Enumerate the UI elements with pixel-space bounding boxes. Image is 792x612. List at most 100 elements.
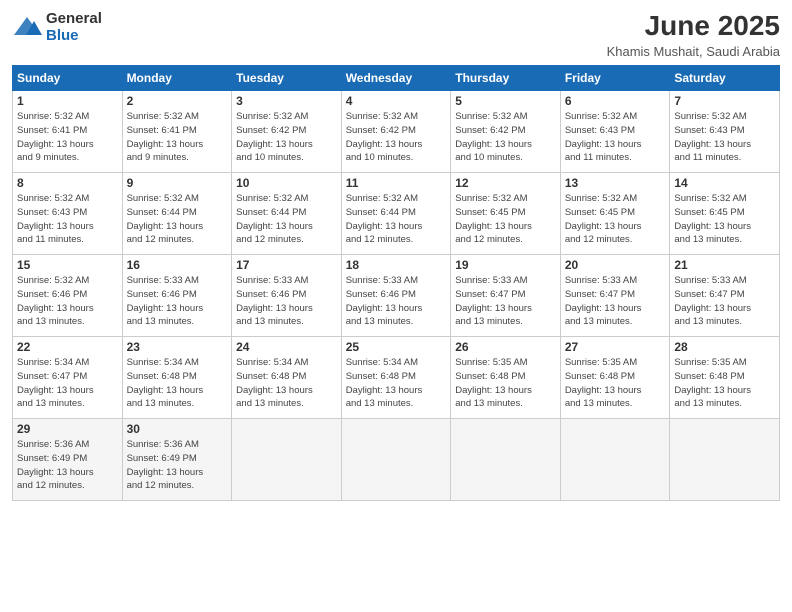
table-row: 11 Sunrise: 5:32 AMSunset: 6:44 PMDayligh…: [341, 173, 451, 255]
table-row: 24 Sunrise: 5:34 AMSunset: 6:48 PMDayligh…: [232, 337, 342, 419]
logo: General Blue: [12, 10, 102, 44]
day-number: 2: [127, 94, 228, 108]
day-number: 14: [674, 176, 775, 190]
day-info: Sunrise: 5:32 AMSunset: 6:43 PMDaylight:…: [17, 192, 118, 247]
day-number: 19: [455, 258, 556, 272]
day-info: Sunrise: 5:35 AMSunset: 6:48 PMDaylight:…: [565, 356, 666, 411]
day-number: 10: [236, 176, 337, 190]
table-row: 15 Sunrise: 5:32 AMSunset: 6:46 PMDayligh…: [13, 255, 123, 337]
day-number: 4: [346, 94, 447, 108]
day-info: Sunrise: 5:36 AMSunset: 6:49 PMDaylight:…: [17, 438, 118, 493]
calendar-table: Sunday Monday Tuesday Wednesday Thursday…: [12, 65, 780, 501]
table-row: 18Sunrise: 5:33 AMSunset: 6:46 PMDayligh…: [341, 255, 451, 337]
table-row: 4Sunrise: 5:32 AMSunset: 6:42 PMDaylight…: [341, 91, 451, 173]
table-row: 19 Sunrise: 5:33 AMSunset: 6:47 PMDayligh…: [451, 255, 561, 337]
table-row: 17Sunrise: 5:33 AMSunset: 6:46 PMDayligh…: [232, 255, 342, 337]
day-info: Sunrise: 5:32 AMSunset: 6:44 PMDaylight:…: [236, 192, 337, 247]
table-row: 6 Sunrise: 5:32 AMSunset: 6:43 PMDaylight…: [560, 91, 670, 173]
table-row: 21 Sunrise: 5:33 AMSunset: 6:47 PMDayligh…: [670, 255, 780, 337]
day-number: 11: [346, 176, 447, 190]
table-row: [670, 419, 780, 501]
day-number: 26: [455, 340, 556, 354]
day-number: 25: [346, 340, 447, 354]
table-row: [341, 419, 451, 501]
title-area: June 2025 Khamis Mushait, Saudi Arabia: [607, 10, 780, 59]
day-info: Sunrise: 5:32 AMSunset: 6:42 PMDaylight:…: [236, 110, 337, 165]
day-info: Sunrise: 5:33 AMSunset: 6:46 PMDaylight:…: [127, 274, 228, 329]
table-row: 10 Sunrise: 5:32 AMSunset: 6:44 PMDayligh…: [232, 173, 342, 255]
table-row: 27Sunrise: 5:35 AMSunset: 6:48 PMDayligh…: [560, 337, 670, 419]
table-row: 30 Sunrise: 5:36 AMSunset: 6:49 PMDayligh…: [122, 419, 232, 501]
day-number: 21: [674, 258, 775, 272]
day-info: Sunrise: 5:32 AMSunset: 6:45 PMDaylight:…: [674, 192, 775, 247]
day-number: 23: [127, 340, 228, 354]
day-info: Sunrise: 5:34 AMSunset: 6:47 PMDaylight:…: [17, 356, 118, 411]
table-row: 29 Sunrise: 5:36 AMSunset: 6:49 PMDayligh…: [13, 419, 123, 501]
table-row: [560, 419, 670, 501]
header-tuesday: Tuesday: [232, 66, 342, 91]
day-number: 29: [17, 422, 118, 436]
day-number: 5: [455, 94, 556, 108]
day-number: 28: [674, 340, 775, 354]
table-row: 20 Sunrise: 5:33 AMSunset: 6:47 PMDayligh…: [560, 255, 670, 337]
table-row: 12 Sunrise: 5:32 AMSunset: 6:45 PMDayligh…: [451, 173, 561, 255]
table-row: 22 Sunrise: 5:34 AMSunset: 6:47 PMDayligh…: [13, 337, 123, 419]
day-number: 20: [565, 258, 666, 272]
day-info: Sunrise: 5:32 AMSunset: 6:46 PMDaylight:…: [17, 274, 118, 329]
header-monday: Monday: [122, 66, 232, 91]
table-row: [232, 419, 342, 501]
day-info: Sunrise: 5:34 AMSunset: 6:48 PMDaylight:…: [236, 356, 337, 411]
table-row: 2 Sunrise: 5:32 AMSunset: 6:41 PMDaylight…: [122, 91, 232, 173]
table-row: 7Sunrise: 5:32 AMSunset: 6:43 PMDaylight…: [670, 91, 780, 173]
day-number: 7: [674, 94, 775, 108]
day-info: Sunrise: 5:33 AMSunset: 6:47 PMDaylight:…: [674, 274, 775, 329]
logo-text: General Blue: [46, 10, 102, 44]
day-number: 18: [346, 258, 447, 272]
header: General Blue June 2025 Khamis Mushait, S…: [12, 10, 780, 59]
calendar-title: June 2025: [607, 10, 780, 42]
calendar-subtitle: Khamis Mushait, Saudi Arabia: [607, 44, 780, 59]
day-number: 9: [127, 176, 228, 190]
day-number: 8: [17, 176, 118, 190]
header-thursday: Thursday: [451, 66, 561, 91]
day-number: 22: [17, 340, 118, 354]
table-row: 25 Sunrise: 5:34 AMSunset: 6:48 PMDayligh…: [341, 337, 451, 419]
day-info: Sunrise: 5:32 AMSunset: 6:45 PMDaylight:…: [455, 192, 556, 247]
day-number: 3: [236, 94, 337, 108]
day-info: Sunrise: 5:32 AMSunset: 6:45 PMDaylight:…: [565, 192, 666, 247]
table-row: 23 Sunrise: 5:34 AMSunset: 6:48 PMDayligh…: [122, 337, 232, 419]
table-row: 14 Sunrise: 5:32 AMSunset: 6:45 PMDayligh…: [670, 173, 780, 255]
table-row: 16Sunrise: 5:33 AMSunset: 6:46 PMDayligh…: [122, 255, 232, 337]
day-info: Sunrise: 5:36 AMSunset: 6:49 PMDaylight:…: [127, 438, 228, 493]
day-info: Sunrise: 5:35 AMSunset: 6:48 PMDaylight:…: [674, 356, 775, 411]
day-number: 13: [565, 176, 666, 190]
header-friday: Friday: [560, 66, 670, 91]
day-info: Sunrise: 5:33 AMSunset: 6:47 PMDaylight:…: [455, 274, 556, 329]
day-info: Sunrise: 5:32 AMSunset: 6:41 PMDaylight:…: [127, 110, 228, 165]
logo-icon: [12, 15, 42, 39]
table-row: 26 Sunrise: 5:35 AMSunset: 6:48 PMDayligh…: [451, 337, 561, 419]
logo-blue: Blue: [46, 27, 79, 44]
logo-general: General: [46, 10, 102, 27]
day-info: Sunrise: 5:35 AMSunset: 6:48 PMDaylight:…: [455, 356, 556, 411]
table-row: [451, 419, 561, 501]
calendar-page: General Blue June 2025 Khamis Mushait, S…: [0, 0, 792, 612]
day-info: Sunrise: 5:34 AMSunset: 6:48 PMDaylight:…: [127, 356, 228, 411]
table-row: 5 Sunrise: 5:32 AMSunset: 6:42 PMDaylight…: [451, 91, 561, 173]
header-wednesday: Wednesday: [341, 66, 451, 91]
day-number: 15: [17, 258, 118, 272]
header-row: Sunday Monday Tuesday Wednesday Thursday…: [13, 66, 780, 91]
day-number: 24: [236, 340, 337, 354]
header-saturday: Saturday: [670, 66, 780, 91]
day-info: Sunrise: 5:33 AMSunset: 6:46 PMDaylight:…: [236, 274, 337, 329]
day-info: Sunrise: 5:33 AMSunset: 6:47 PMDaylight:…: [565, 274, 666, 329]
day-info: Sunrise: 5:34 AMSunset: 6:48 PMDaylight:…: [346, 356, 447, 411]
day-number: 6: [565, 94, 666, 108]
day-number: 12: [455, 176, 556, 190]
day-info: Sunrise: 5:32 AMSunset: 6:44 PMDaylight:…: [346, 192, 447, 247]
day-number: 30: [127, 422, 228, 436]
day-info: Sunrise: 5:32 AMSunset: 6:42 PMDaylight:…: [455, 110, 556, 165]
table-row: 8 Sunrise: 5:32 AMSunset: 6:43 PMDaylight…: [13, 173, 123, 255]
day-info: Sunrise: 5:32 AMSunset: 6:43 PMDaylight:…: [565, 110, 666, 165]
table-row: 13 Sunrise: 5:32 AMSunset: 6:45 PMDayligh…: [560, 173, 670, 255]
